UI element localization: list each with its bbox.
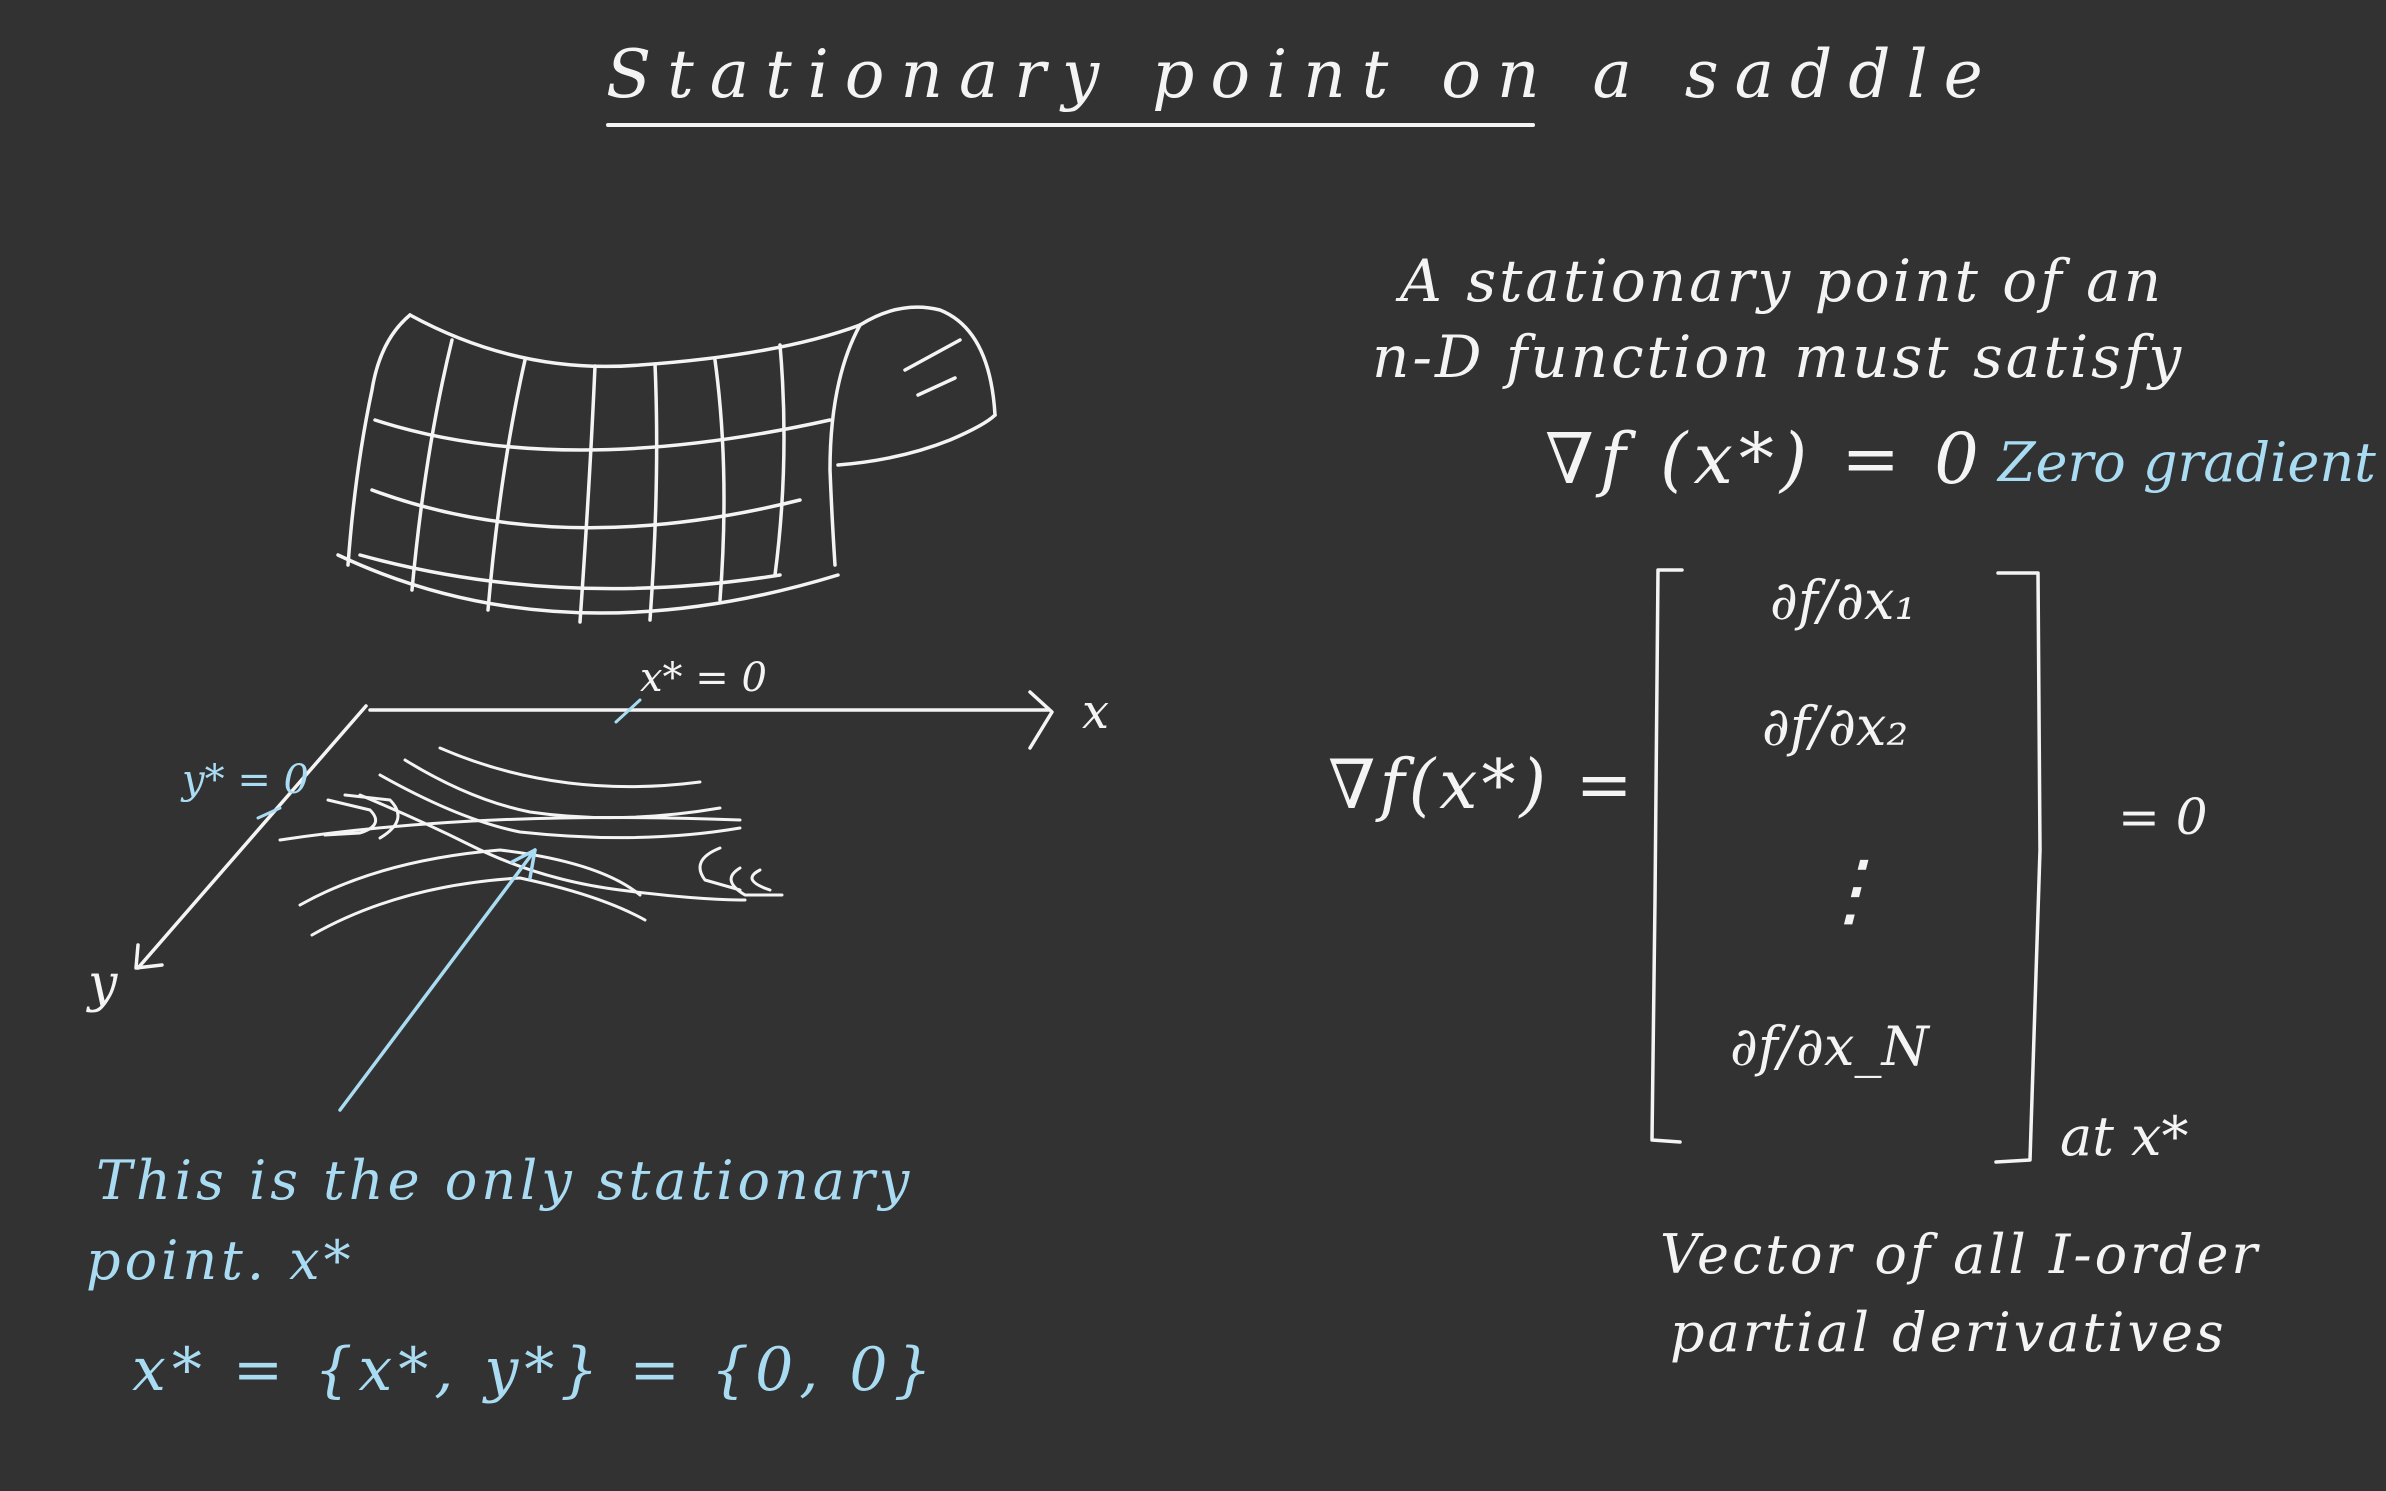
axes: [134, 690, 1054, 970]
page-title: Stationary point on a saddle: [606, 36, 1999, 113]
vector-entry-1: ∂f/∂x₁: [1770, 569, 1917, 632]
x-star-label: x* = 0: [640, 655, 767, 701]
condition-line-1: A stationary point of an: [1400, 247, 2165, 315]
y-axis-label: y: [88, 954, 118, 1014]
vector-entry-dots: ⋮: [1810, 843, 1890, 936]
stationary-point-equation: x* = {x*, y*} = {0, 0}: [132, 1335, 938, 1405]
evaluated-at-label: at x*: [2060, 1105, 2189, 1168]
condition-line-2: n-D function must satisfy: [1372, 323, 2185, 391]
y-star-label: y* = 0: [182, 757, 309, 803]
footnote-line-2: partial derivatives: [1670, 1301, 2227, 1364]
annotation-line-1: This is the only stationary: [96, 1149, 914, 1212]
saddle-surface: [336, 305, 997, 624]
footnote-line-1: Vector of all I-order: [1660, 1223, 2261, 1286]
gradient-lhs: ∇f(x*) =: [1328, 746, 1637, 825]
gradient-rhs: = 0: [2118, 788, 2208, 846]
zero-gradient-equation: ∇f (x*) = 0: [1545, 418, 1985, 500]
annotation-line-2: point. x*: [86, 1229, 355, 1292]
contour-lines: [278, 746, 784, 937]
zero-gradient-label: Zero gradient: [1998, 431, 2376, 494]
vector-entry-2: ∂f/∂x₂: [1762, 695, 1909, 758]
vector-entry-n: ∂f/∂x_N: [1730, 1015, 1929, 1078]
x-axis-label: x: [1082, 684, 1110, 740]
